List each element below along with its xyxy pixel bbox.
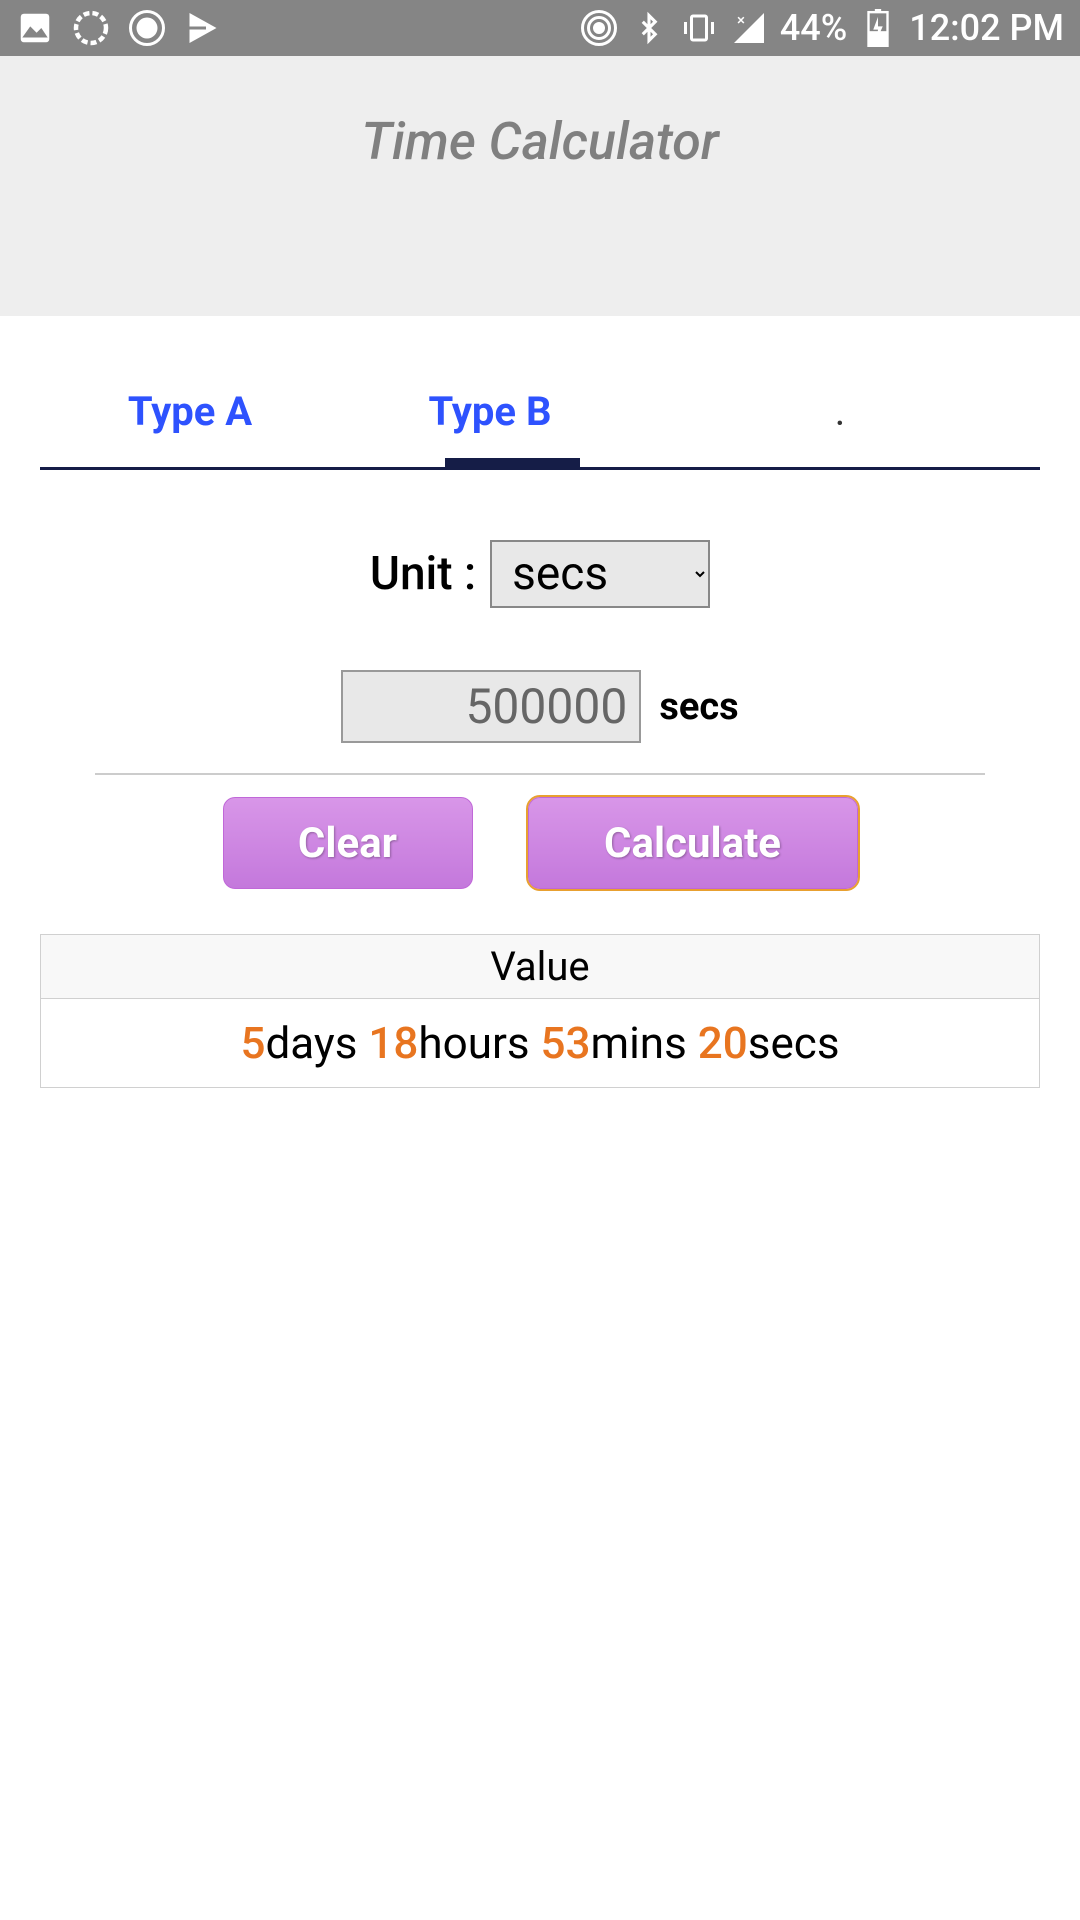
tab-dot[interactable]: .	[640, 356, 1040, 467]
vibrate-icon	[680, 9, 718, 47]
value-input[interactable]	[341, 670, 641, 743]
battery-percent: 44%	[780, 7, 847, 49]
svg-text:×: ×	[737, 11, 745, 29]
result-value: 5days 18hours 53mins 20secs	[41, 999, 1039, 1087]
result-hours-num: 18	[368, 1017, 418, 1069]
circle-icon	[128, 9, 166, 47]
unit-label: Unit :	[370, 547, 476, 601]
result-mins-label: mins	[591, 1017, 698, 1069]
calculate-button[interactable]: Calculate	[528, 797, 858, 889]
app-title: Time Calculator	[361, 111, 718, 172]
value-unit-label: secs	[659, 685, 738, 729]
signal-icon: ×	[730, 9, 768, 47]
status-left-icons	[16, 9, 222, 47]
result-days-num: 5	[240, 1017, 265, 1069]
result-secs-num: 20	[698, 1017, 748, 1069]
loading-icon	[72, 9, 110, 47]
clock-time: 12:02 PM	[909, 7, 1064, 49]
battery-icon	[859, 9, 897, 47]
tab-indicator	[445, 458, 580, 470]
main-content: Type A Type B . Unit : secs secs Clear C…	[0, 316, 1080, 1173]
result-days-label: days	[265, 1017, 368, 1069]
app-header: Time Calculator	[0, 56, 1080, 316]
play-store-icon	[184, 9, 222, 47]
tab-type-b[interactable]: Type B	[340, 356, 640, 467]
hotspot-icon	[580, 9, 618, 47]
unit-select[interactable]: secs	[490, 540, 710, 608]
result-table: Value 5days 18hours 53mins 20secs	[40, 934, 1040, 1088]
status-bar: × 44% 12:02 PM	[0, 0, 1080, 56]
result-secs-label: secs	[748, 1017, 840, 1069]
result-mins-num: 53	[541, 1017, 591, 1069]
tab-type-a[interactable]: Type A	[40, 356, 340, 467]
result-hours-label: hours	[418, 1017, 540, 1069]
input-row: secs	[95, 670, 985, 775]
tab-bar: Type A Type B .	[40, 356, 1040, 470]
clear-button[interactable]: Clear	[223, 797, 473, 889]
bluetooth-icon	[630, 9, 668, 47]
result-header: Value	[41, 935, 1039, 999]
unit-row: Unit : secs	[20, 540, 1060, 608]
gallery-icon	[16, 9, 54, 47]
button-row: Clear Calculate	[20, 797, 1060, 889]
status-right: × 44% 12:02 PM	[580, 7, 1064, 49]
